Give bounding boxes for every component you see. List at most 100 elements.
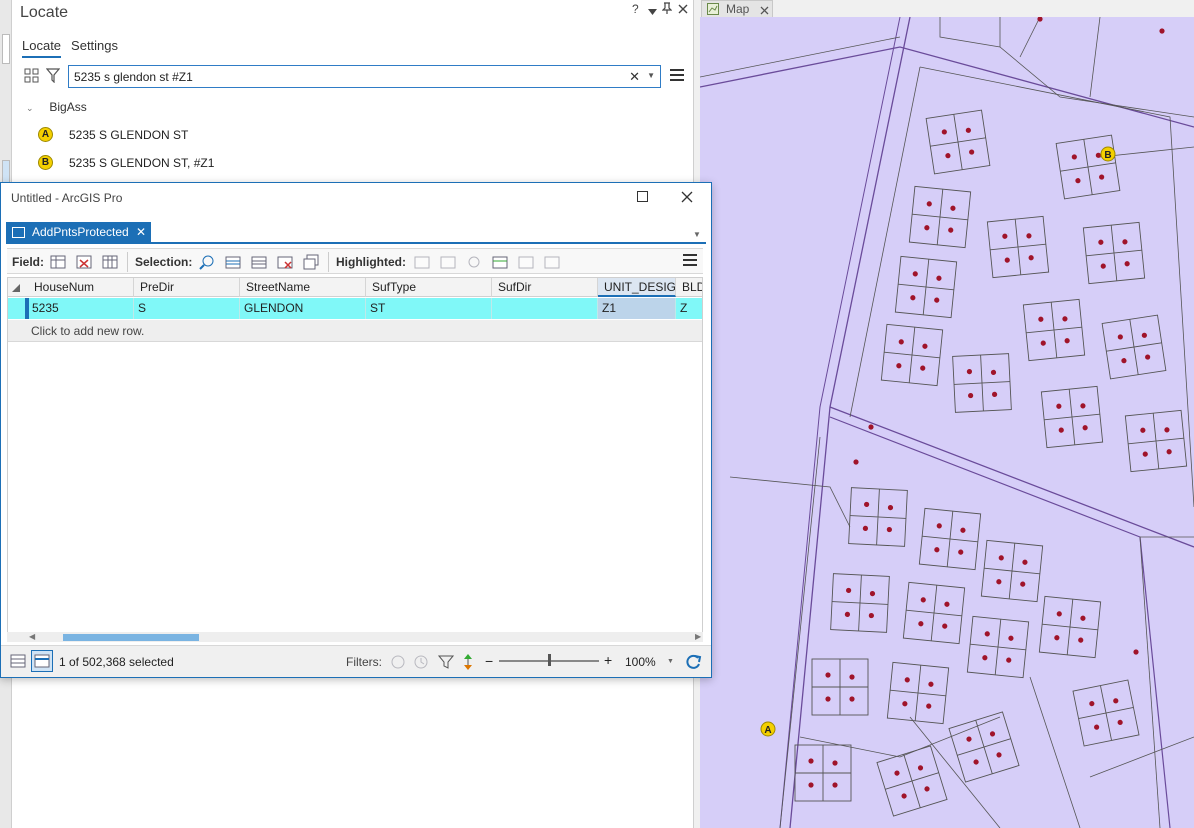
- highlight-clear-icon[interactable]: [518, 254, 534, 270]
- grid-view-icon[interactable]: [24, 68, 39, 86]
- menu-icon[interactable]: [670, 68, 684, 85]
- definition-query-icon[interactable]: [437, 654, 455, 673]
- search-dropdown-icon[interactable]: ▼: [647, 71, 655, 80]
- tab-label: AddPntsProtected: [32, 225, 129, 239]
- highlight-pan-icon[interactable]: [466, 254, 482, 270]
- marker-a-icon: A: [38, 127, 53, 142]
- map-marker-a-label: A: [764, 725, 771, 736]
- delete-field-icon[interactable]: [76, 254, 92, 270]
- selection-count: 1 of 502,368 selected: [59, 655, 174, 669]
- column-header-selected[interactable]: UNIT_DESIG: [598, 278, 676, 297]
- side-tab-active[interactable]: [2, 160, 10, 184]
- table-row[interactable]: 5235 S GLENDON ST Z1 Z: [8, 298, 702, 319]
- table-cell[interactable]: S: [134, 298, 240, 319]
- pin-icon[interactable]: [661, 2, 673, 17]
- close-window-icon[interactable]: [681, 186, 693, 208]
- delete-selected-icon[interactable]: [277, 254, 293, 270]
- results-list: ⌄ BigAss A 5235 S GLENDON ST B 5235 S GL…: [26, 98, 686, 170]
- sort-icon[interactable]: [462, 653, 474, 674]
- highlight-delete-icon[interactable]: [544, 254, 560, 270]
- switch-selection-icon[interactable]: [225, 254, 241, 270]
- map-icon: [707, 3, 719, 18]
- highlight-zoom-icon[interactable]: [414, 254, 430, 270]
- selection-label: Selection:: [135, 255, 193, 269]
- tab-locate[interactable]: Locate: [22, 38, 62, 58]
- table-cell[interactable]: Z: [676, 298, 702, 319]
- tab-addpntsprotected[interactable]: AddPntsProtected ✕: [6, 222, 151, 243]
- zoom-to-selection-icon[interactable]: [199, 254, 215, 270]
- close-tab-icon[interactable]: ✕: [136, 222, 146, 243]
- parcel-map: A B: [700, 17, 1194, 828]
- column-header[interactable]: HouseNum: [28, 278, 134, 297]
- scrollbar-thumb[interactable]: [63, 634, 199, 641]
- close-pane-icon[interactable]: [678, 3, 688, 17]
- zoom-in-button[interactable]: +: [604, 652, 612, 668]
- show-selected-records-icon[interactable]: [31, 650, 53, 672]
- help-button[interactable]: ?: [632, 2, 639, 16]
- select-all-corner[interactable]: [12, 284, 20, 292]
- search-box[interactable]: ✕ ▼: [68, 65, 661, 88]
- tab-underline: [6, 242, 706, 244]
- marker-b-icon: B: [38, 155, 53, 170]
- column-header[interactable]: SufDir: [492, 278, 598, 297]
- column-header[interactable]: SufType: [366, 278, 492, 297]
- search-input[interactable]: [69, 66, 609, 87]
- table-cell-selected[interactable]: Z1: [598, 298, 676, 319]
- locate-tabs: Locate Settings: [22, 38, 118, 58]
- scroll-left-icon[interactable]: ◀: [29, 632, 35, 641]
- tab-settings[interactable]: Settings: [71, 38, 118, 58]
- zoom-dropdown-icon[interactable]: ▼: [667, 658, 674, 665]
- clear-search-icon[interactable]: ✕: [629, 69, 640, 85]
- column-header[interactable]: BLD: [676, 278, 702, 297]
- map-tab[interactable]: Map: [701, 0, 773, 17]
- highlight-select-icon[interactable]: [492, 254, 508, 270]
- filters-label: Filters:: [346, 655, 382, 669]
- close-map-icon[interactable]: [760, 4, 769, 18]
- table-cell[interactable]: ST: [366, 298, 492, 319]
- scroll-right-icon[interactable]: ▶: [695, 632, 701, 641]
- maximize-icon[interactable]: [637, 191, 648, 202]
- chevron-down-icon[interactable]: ⌄: [26, 99, 36, 117]
- show-all-records-icon[interactable]: [10, 654, 26, 671]
- add-row-text: Click to add new row.: [31, 324, 145, 338]
- map-view[interactable]: A B: [700, 17, 1194, 828]
- tab-dropdown-icon[interactable]: ▼: [693, 230, 701, 239]
- filter-icon[interactable]: [45, 68, 61, 86]
- horizontal-scrollbar[interactable]: ◀ ▶: [7, 632, 703, 642]
- map-tab-label: Map: [726, 2, 750, 16]
- zoom-slider-thumb[interactable]: [548, 654, 551, 666]
- search-row: ✕ ▼: [22, 65, 686, 89]
- table-cell[interactable]: 5235: [28, 298, 134, 319]
- add-row[interactable]: Click to add new row.: [8, 320, 702, 342]
- side-tab[interactable]: [2, 34, 10, 64]
- attribute-grid[interactable]: HouseNum PreDir StreetName SufType SufDi…: [7, 277, 703, 641]
- copy-selected-icon[interactable]: [303, 254, 319, 270]
- grid-header: HouseNum PreDir StreetName SufType SufDi…: [8, 278, 702, 297]
- filter-extent-icon[interactable]: [390, 654, 406, 673]
- toolbar-separator: [127, 252, 128, 272]
- refresh-icon[interactable]: [684, 653, 702, 674]
- table-toolbar: Field: Selection: Highlighted:: [7, 248, 703, 274]
- field-label: Field:: [12, 255, 44, 269]
- attribute-table-window: Untitled - ArcGIS Pro AddPntsProtected ✕…: [0, 182, 712, 678]
- zoom-out-button[interactable]: −: [485, 653, 493, 669]
- result-label: 5235 S GLENDON ST, #Z1: [69, 156, 215, 170]
- column-header[interactable]: StreetName: [240, 278, 366, 297]
- table-menu-icon[interactable]: [683, 253, 697, 272]
- table-cell[interactable]: GLENDON: [240, 298, 366, 319]
- zoom-level: 100%: [625, 655, 656, 669]
- highlighted-label: Highlighted:: [336, 255, 406, 269]
- column-header[interactable]: PreDir: [134, 278, 240, 297]
- filter-time-icon[interactable]: [413, 654, 429, 673]
- result-label: 5235 S GLENDON ST: [69, 128, 189, 142]
- pane-title: Locate: [20, 4, 69, 21]
- group-label: BigAss: [49, 100, 87, 114]
- pane-menu-icon[interactable]: [648, 5, 657, 19]
- clear-selection-icon[interactable]: [251, 254, 267, 270]
- highlight-switch-icon[interactable]: [440, 254, 456, 270]
- result-group[interactable]: ⌄ BigAss: [26, 98, 686, 116]
- table-cell[interactable]: [492, 298, 598, 319]
- add-field-icon[interactable]: [50, 254, 66, 270]
- toolbar-separator: [328, 252, 329, 272]
- calculate-field-icon[interactable]: [102, 254, 118, 270]
